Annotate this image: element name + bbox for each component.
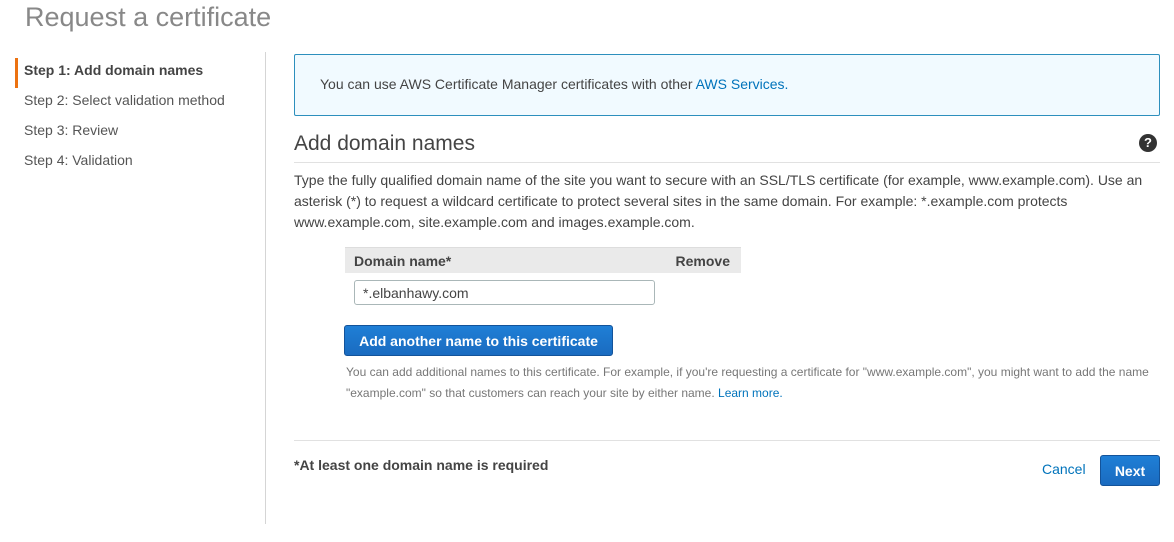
info-banner: You can use AWS Certificate Manager cert… [294, 54, 1160, 116]
add-another-name-button[interactable]: Add another name to this certificate [344, 325, 613, 356]
step-review[interactable]: Step 3: Review [15, 118, 250, 148]
help-icon[interactable]: ? [1139, 134, 1157, 152]
info-banner-text: You can use AWS Certificate Manager cert… [320, 76, 696, 92]
step-validation[interactable]: Step 4: Validation [15, 148, 250, 178]
column-header-domain-name: Domain name* [354, 252, 452, 269]
column-header-remove: Remove [675, 252, 730, 269]
step-select-validation-method[interactable]: Step 2: Select validation method [15, 88, 250, 118]
section-title: Add domain names [294, 132, 475, 155]
table-header: Domain name* Remove [345, 247, 741, 273]
sidebar-divider [265, 52, 266, 524]
cancel-link[interactable]: Cancel [1042, 461, 1086, 477]
domain-names-table: Domain name* Remove [345, 247, 741, 273]
step-add-domain-names[interactable]: Step 1: Add domain names [15, 58, 250, 88]
section-divider [294, 162, 1160, 163]
next-button[interactable]: Next [1100, 455, 1160, 486]
domain-name-input[interactable] [354, 280, 655, 305]
page-title: Request a certificate [25, 2, 272, 32]
footer-divider [294, 440, 1160, 441]
add-name-hint: You can add additional names to this cer… [346, 362, 1160, 404]
section-description: Type the fully qualified domain name of … [294, 172, 1143, 230]
learn-more-link[interactable]: Learn more. [718, 386, 783, 400]
required-note: *At least one domain name is required [294, 457, 549, 473]
wizard-steps: Step 1: Add domain names Step 2: Select … [15, 58, 250, 178]
aws-services-link[interactable]: AWS Services. [696, 76, 789, 92]
